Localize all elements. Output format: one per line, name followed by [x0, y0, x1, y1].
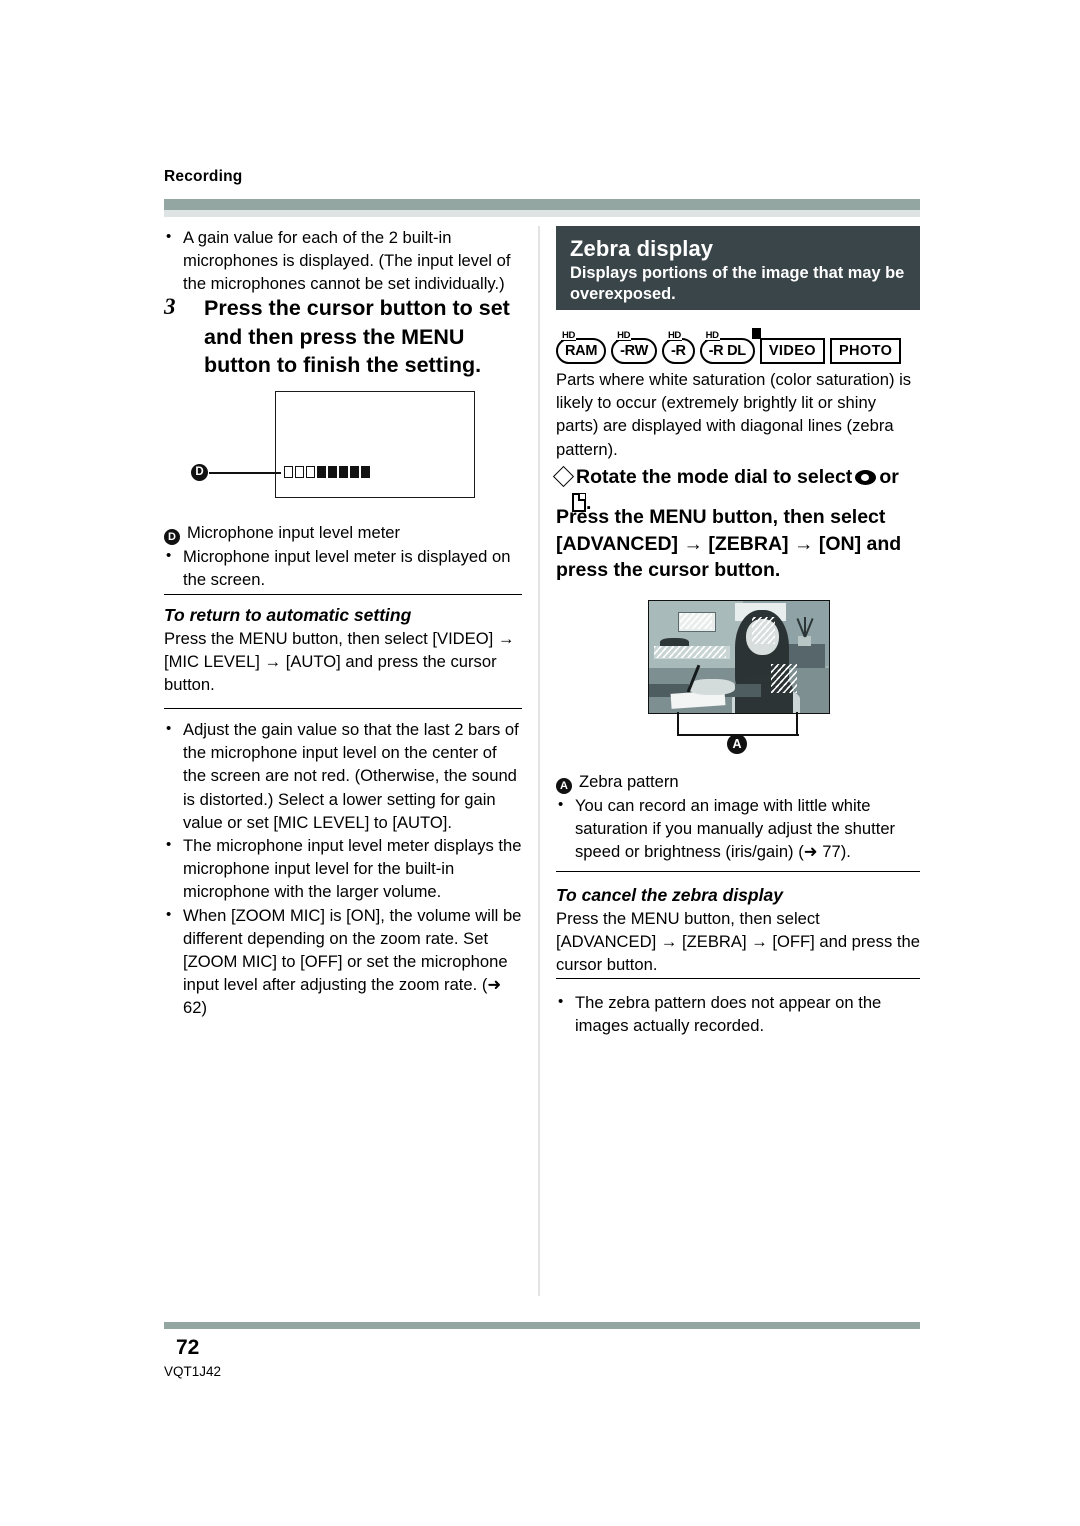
microphone-level-meter [284, 466, 370, 478]
badge-label: VIDEO [768, 343, 816, 359]
badge-label: -RW [620, 343, 648, 359]
hd-label-icon: HD [704, 330, 720, 341]
page-subtitle: Displays portions of the image that may … [570, 264, 905, 303]
callout-marker-d-inline: D [164, 529, 180, 545]
right-last-bullet-group: The zebra pattern does not appear on the… [556, 990, 920, 1037]
callout-marker-a: A [727, 734, 747, 754]
video-mode-dial-icon [855, 470, 877, 485]
leader-line-vertical [796, 712, 799, 736]
return-to-auto-block: To return to automatic setting Press the… [164, 604, 522, 697]
zebra-display-title-box: Zebra display Displays portions of the i… [556, 226, 920, 310]
footer-rule [164, 1322, 920, 1329]
callout-marker-a-inline: A [556, 778, 572, 794]
badge-label: RAM [565, 343, 598, 359]
callout-caption-text: Zebra pattern [579, 772, 679, 791]
step-3-block: 3 Press the cursor button to set and the… [164, 294, 522, 380]
section-label: Recording [164, 168, 243, 185]
meter-cell-filled [317, 466, 326, 478]
bullet-item: The microphone input level meter display… [164, 833, 522, 904]
badge-video-wrapper: VIDEO [751, 328, 825, 364]
meter-cell-empty [284, 466, 293, 478]
bullet-item: Adjust the gain value so that the last 2… [164, 717, 522, 834]
meter-cell-filled [339, 466, 348, 478]
bullet-item: Microphone input level meter is displaye… [164, 544, 522, 591]
column-divider [538, 226, 540, 1296]
cancel-zebra-block: To cancel the zebra display Press the ME… [556, 884, 920, 977]
zebra-pattern-area [751, 616, 775, 644]
divider-rule [164, 708, 522, 709]
callout-caption-row: A Zebra pattern [556, 770, 920, 794]
cancel-zebra-body: Press the MENU button, then select [ADVA… [556, 909, 920, 975]
badge-label: PHOTO [838, 343, 893, 359]
illus-girl-arm [688, 679, 736, 696]
meter-cell-empty [306, 466, 315, 478]
format-badge-row: HD RAM HD -RW HD -R HD -R DL VIDEO PHOTO [556, 328, 902, 364]
document-code: VQT1J42 [164, 1364, 222, 1379]
meter-cell-filled [350, 466, 359, 478]
manual-page: Recording A gain value for each of the 2… [0, 0, 1080, 1526]
bullet-item: You can record an image with little whit… [556, 793, 920, 864]
hd-label-icon: HD [616, 330, 632, 341]
bullet-item: When [ZOOM MIC] is [ON], the volume will… [164, 903, 522, 1020]
zebra-pattern-area [679, 613, 712, 629]
press-menu-instruction: Press the MENU button, then select [ADVA… [556, 506, 902, 581]
badge-label: -R DL [708, 343, 746, 359]
hd-label-icon: HD [666, 330, 682, 341]
left-bullet-list: Adjust the gain value so that the last 2… [164, 717, 522, 1020]
video-tab-icon [751, 328, 761, 339]
callout-leader-line [209, 472, 281, 474]
divider-rule [556, 871, 920, 872]
bullet-item: A gain value for each of the 2 built-in … [164, 225, 522, 296]
zebra-pattern-area [771, 663, 797, 693]
rotate-middle: or [879, 466, 899, 488]
leader-line-vertical [677, 712, 680, 736]
badge-hd-ram: HD RAM [556, 331, 607, 364]
cancel-zebra-heading: To cancel the zebra display [556, 885, 783, 905]
header-rule-light [164, 210, 920, 217]
badge-hd-r-dl: HD -R DL [699, 331, 755, 364]
return-to-auto-body: Press the MENU button, then select [VIDE… [164, 629, 515, 695]
page-title: Zebra display [570, 236, 714, 261]
page-number: 72 [176, 1336, 200, 1359]
return-to-auto-heading: To return to automatic setting [164, 605, 412, 625]
callout-marker-d: D [191, 464, 208, 481]
meter-cell-filled [361, 466, 370, 478]
step-number: 3 [164, 294, 176, 319]
badge-hd-r: HD -R [661, 331, 695, 364]
zebra-pattern-area [654, 645, 727, 659]
callout-caption-text: Microphone input level meter [187, 523, 401, 542]
meter-cell-filled [328, 466, 337, 478]
divider-rule [164, 594, 522, 595]
diamond-bullet-icon [552, 465, 575, 488]
step-heading-text: Press the cursor button to set and then … [204, 296, 510, 377]
badge-label: -R [670, 343, 686, 359]
badge-photo: PHOTO [829, 338, 902, 364]
lcd-screen-figure [275, 391, 475, 498]
divider-rule [556, 978, 920, 979]
left-figure-caption-group: D Microphone input level meter Microphone… [164, 521, 522, 591]
left-intro-bullet-group: A gain value for each of the 2 built-in … [164, 225, 522, 296]
hd-label-icon: HD [561, 330, 576, 341]
illus-plant [793, 616, 816, 646]
right-figure-caption-group: A Zebra pattern You can record an image w… [556, 770, 920, 864]
bullet-item: The zebra pattern does not appear on the… [556, 990, 920, 1037]
rotate-prefix: Rotate the mode dial to select [576, 466, 853, 488]
header-rule [164, 199, 920, 210]
callout-caption-row: D Microphone input level meter [164, 521, 522, 545]
badge-video: VIDEO [759, 338, 825, 364]
zebra-example-illustration [648, 600, 830, 714]
meter-cell-empty [295, 466, 304, 478]
zebra-intro-paragraph: Parts where white saturation (color satu… [556, 370, 912, 459]
badge-hd-rw: HD -RW [611, 331, 657, 364]
